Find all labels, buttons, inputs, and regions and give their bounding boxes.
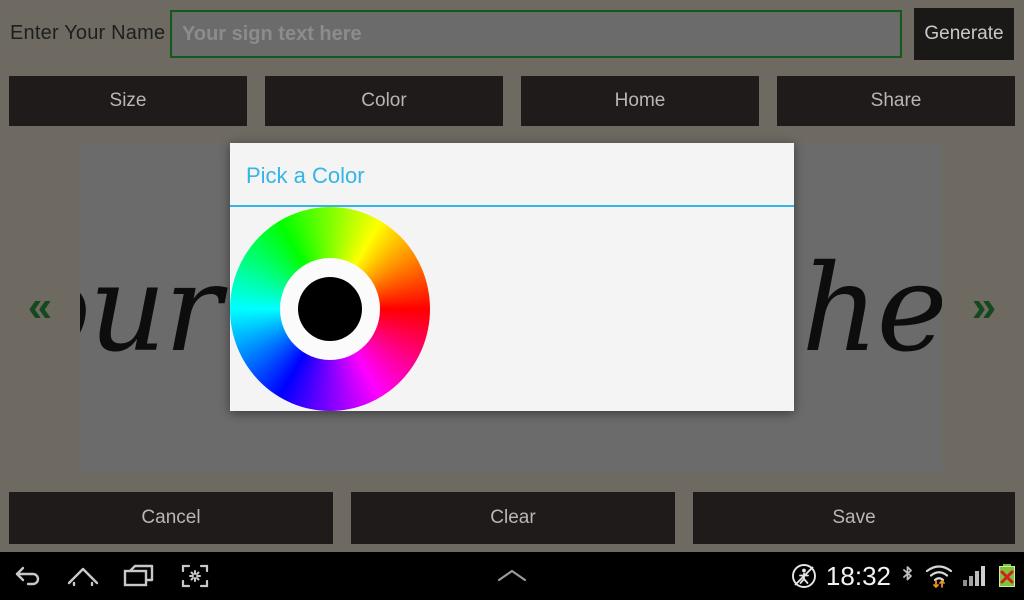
pick-a-color-dialog: Pick a Color — [230, 143, 794, 411]
back-icon[interactable] — [6, 552, 52, 600]
nav-button-home[interactable]: Home — [521, 76, 759, 126]
nav-button-share[interactable]: Share — [777, 76, 1015, 126]
signal-icon — [962, 562, 988, 590]
wifi-icon — [924, 562, 954, 590]
battery-icon — [996, 562, 1018, 590]
nav-button-row: Size Color Home Share — [0, 76, 1024, 131]
previous-font-arrow[interactable]: « — [0, 131, 80, 483]
bluetooth-icon — [899, 562, 916, 590]
chevron-up-icon[interactable] — [489, 552, 535, 600]
recent-apps-icon[interactable] — [116, 552, 162, 600]
action-button-row: Cancel Clear Save — [0, 492, 1024, 552]
top-input-bar: Enter Your Name Your sign text here Gene… — [0, 0, 1024, 68]
generate-button[interactable]: Generate — [914, 8, 1014, 60]
color-wheel-container[interactable] — [230, 207, 431, 411]
sign-text-input-placeholder: Your sign text here — [182, 22, 362, 45]
app-root: Enter Your Name Your sign text here Gene… — [0, 0, 1024, 600]
android-system-bar: 18:32 — [0, 552, 1024, 600]
enter-your-name-label: Enter Your Name — [10, 22, 166, 44]
mute-icon[interactable] — [790, 562, 818, 590]
next-font-arrow[interactable]: » — [944, 131, 1024, 483]
status-icons-group: 18:32 — [790, 552, 1018, 600]
cancel-button[interactable]: Cancel — [9, 492, 333, 544]
selected-color-swatch[interactable] — [298, 277, 362, 341]
nav-button-size[interactable]: Size — [9, 76, 247, 126]
status-clock: 18:32 — [825, 560, 891, 591]
clear-button[interactable]: Clear — [351, 492, 675, 544]
sign-text-input[interactable]: Your sign text here — [170, 10, 902, 58]
nav-button-color[interactable]: Color — [265, 76, 503, 126]
screenshot-icon[interactable] — [172, 552, 218, 600]
home-icon[interactable] — [60, 552, 106, 600]
dialog-title: Pick a Color — [246, 163, 365, 188]
save-button[interactable]: Save — [693, 492, 1015, 544]
